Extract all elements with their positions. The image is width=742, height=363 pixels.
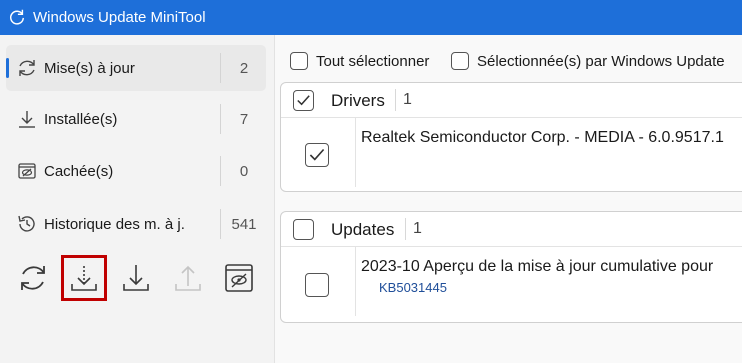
title-bar: Windows Update MiniTool xyxy=(0,0,742,35)
install-icon xyxy=(123,265,149,291)
divider xyxy=(355,117,356,187)
download-icon xyxy=(19,111,35,128)
divider xyxy=(220,104,221,134)
divider xyxy=(395,89,396,111)
group-header: Updates 1 xyxy=(281,212,742,247)
main-panel: Tout sélectionner Sélectionnée(s) par Wi… xyxy=(275,35,742,363)
group-header: Drivers 1 xyxy=(281,83,742,118)
refresh-icon xyxy=(10,9,25,25)
check-icon xyxy=(309,148,325,161)
nav-item-label: Installée(s) xyxy=(44,111,118,128)
window-title: Windows Update MiniTool xyxy=(33,9,206,26)
nav-item-label: Mise(s) à jour xyxy=(44,60,135,77)
nav-item-updates[interactable]: Mise(s) à jour 2 xyxy=(6,45,266,91)
kb-link[interactable]: KB5031445 xyxy=(379,280,447,295)
download-icon xyxy=(71,266,97,291)
item-checkbox[interactable] xyxy=(305,143,329,167)
upload-icon xyxy=(175,265,201,291)
update-title[interactable]: 2023-10 Aperçu de la mise à jour cumulat… xyxy=(361,258,713,276)
select-wu-checkbox[interactable] xyxy=(451,52,469,70)
divider xyxy=(220,156,221,186)
group-count: 1 xyxy=(413,220,422,237)
active-indicator xyxy=(6,58,9,78)
uninstall-button[interactable] xyxy=(168,258,208,298)
divider xyxy=(220,209,221,239)
group-title: Updates xyxy=(331,220,395,239)
group-title: Drivers xyxy=(331,91,385,110)
nav-item-label: Cachée(s) xyxy=(44,163,114,180)
check-icon xyxy=(297,95,310,106)
nav-item-installed[interactable]: Installée(s) 7 xyxy=(6,96,266,142)
select-all-checkbox[interactable] xyxy=(290,52,308,70)
hide-button[interactable] xyxy=(219,258,259,298)
divider xyxy=(220,53,221,83)
update-title[interactable]: Realtek Semiconductor Corp. - MEDIA - 6.… xyxy=(361,129,724,147)
refresh-icon xyxy=(19,60,35,76)
install-button[interactable] xyxy=(116,258,156,298)
download-button[interactable] xyxy=(61,255,107,301)
nav-item-count: 0 xyxy=(239,163,249,180)
nav-item-label: Historique des m. à j. xyxy=(44,216,185,233)
group-checkbox[interactable] xyxy=(293,219,314,240)
divider xyxy=(405,218,406,240)
nav-item-count: 541 xyxy=(231,216,257,233)
sidebar: Mise(s) à jour 2 Installée(s) 7 Cachée(s… xyxy=(0,35,275,363)
nav-item-hidden[interactable]: Cachée(s) 0 xyxy=(6,148,266,194)
group-count: 1 xyxy=(403,91,412,108)
group-updates: Updates 1 2023-10 Aperçu de la mise à jo… xyxy=(280,211,742,323)
select-all-label: Tout sélectionner xyxy=(316,53,430,70)
nav-item-count: 2 xyxy=(239,60,249,77)
group-drivers: Drivers 1 Realtek Semiconductor Corp. - … xyxy=(280,82,742,192)
item-checkbox[interactable] xyxy=(305,273,329,297)
hide-icon xyxy=(225,264,253,292)
history-icon xyxy=(18,215,35,232)
select-wu-label: Sélectionnée(s) par Windows Update xyxy=(477,53,725,70)
divider xyxy=(355,246,356,316)
refresh-icon xyxy=(21,266,45,290)
refresh-button[interactable] xyxy=(13,258,53,298)
nav-item-count: 7 xyxy=(239,111,249,128)
group-checkbox[interactable] xyxy=(293,90,314,111)
hidden-icon xyxy=(18,163,36,179)
nav-item-history[interactable]: Historique des m. à j. 541 xyxy=(6,201,266,247)
